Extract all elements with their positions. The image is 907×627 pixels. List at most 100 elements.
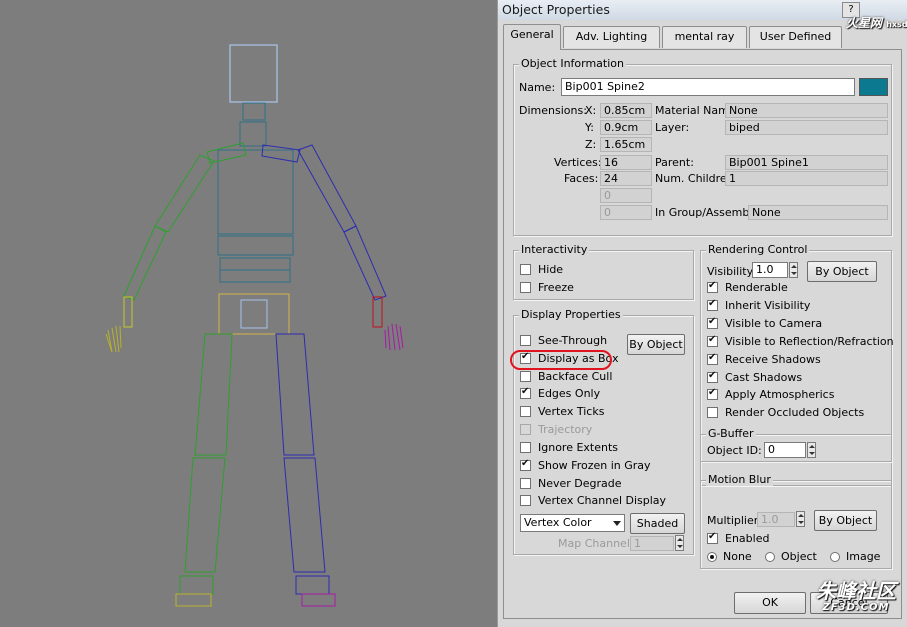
object-properties-dialog: Object Properties ? General Adv. Lightin…	[497, 0, 907, 627]
edges-only-label: Edges Only	[538, 387, 601, 400]
parent-label: Parent:	[655, 156, 694, 169]
x-label: X:	[585, 104, 597, 117]
dimensions-label: Dimensions:	[519, 104, 587, 117]
in-group-assembly-value: None	[748, 205, 888, 220]
visible-to-reflection-refraction-label: Visible to Reflection/Refraction	[725, 335, 894, 348]
interactivity-group: Interactivity Hide Freeze	[513, 243, 694, 300]
biped-l-thigh	[194, 333, 233, 456]
watermark-zf3d-text: 朱峰社区	[816, 579, 896, 603]
biped-r-foot	[295, 575, 330, 595]
biped-r-thigh	[275, 333, 315, 456]
inherit-visibility-checkbox-box[interactable]	[707, 298, 718, 311]
cast-shadows-label: Cast Shadows	[725, 371, 803, 384]
visible-to-reflection-refraction-checkbox-box[interactable]	[707, 334, 718, 347]
vertex-color-select[interactable]: Vertex Color	[520, 514, 625, 532]
rendering-control-label: Rendering Control	[706, 243, 810, 256]
biped-l-toes	[175, 593, 212, 607]
vertices-value: 16	[600, 155, 652, 170]
vertex-ticks-checkbox-box[interactable]	[520, 406, 531, 417]
motion-blur-enabled-label: Enabled	[725, 532, 770, 545]
visibility-input[interactable]: 1.0	[752, 262, 788, 278]
trajectory-checkbox-box	[520, 424, 531, 435]
show-frozen-in-gray-checkbox-box[interactable]	[520, 458, 531, 471]
apply-atmospherics-checkbox-box[interactable]	[707, 387, 718, 400]
biped-r-hand	[372, 296, 383, 328]
radio-none-label: None	[723, 550, 752, 563]
layer-label: Layer:	[655, 121, 690, 134]
multiplier-input[interactable]: 1.0	[757, 512, 795, 527]
display-by-object-button[interactable]: By Object	[627, 334, 685, 355]
object-id-spinner-icon[interactable]	[807, 442, 816, 458]
watermark-hxsd-sub: hxsd.com	[886, 20, 907, 29]
object-id-input[interactable]: 0	[764, 442, 806, 458]
vertex-color-select-value: Vertex Color	[524, 516, 592, 529]
biped-r-calf	[283, 457, 326, 573]
biped-r-upperarm	[297, 144, 357, 233]
vertex-ticks-label: Vertex Ticks	[538, 405, 605, 418]
freeze-checkbox-box[interactable]	[520, 282, 531, 293]
hide-checkbox-box[interactable]	[520, 264, 531, 275]
radio-image-label: Image	[846, 550, 881, 563]
name-field[interactable]: Bip001 Spine2	[561, 78, 855, 96]
biped-spine2	[217, 149, 294, 235]
watermark-zf3d-sub: ZF3D.COM	[822, 602, 890, 613]
faces-label: Faces:	[564, 172, 599, 185]
map-channel-spinner-icon[interactable]	[675, 535, 684, 551]
biped-r-toes	[301, 593, 336, 607]
motion-blur-enabled-box[interactable]	[707, 531, 718, 544]
tab-user-defined[interactable]: User Defined	[749, 26, 842, 48]
receive-shadows-checkbox-box[interactable]	[707, 352, 718, 365]
in-group-assembly-label: In Group/Assembly:	[655, 206, 762, 219]
ignore-extents-label: Ignore Extents	[538, 441, 619, 454]
vertex-channel-display-checkbox-box[interactable]	[520, 495, 531, 506]
ignore-extents-checkbox-box[interactable]	[520, 442, 531, 453]
backface-cull-checkbox-box[interactable]	[520, 371, 531, 382]
viewport[interactable]	[0, 0, 497, 627]
map-channel-input[interactable]: 1	[630, 536, 674, 551]
y-label: Y:	[585, 121, 594, 134]
biped-l-calf	[184, 457, 226, 573]
object-color-swatch[interactable]	[859, 78, 888, 96]
radio-object-dot[interactable]	[765, 552, 775, 562]
tab-adv-lighting[interactable]: Adv. Lighting	[563, 26, 660, 48]
biped-r-fingers	[384, 323, 404, 351]
watermark-hxsd: 火星网 hxsd.com	[846, 14, 907, 31]
radio-none-dot[interactable]	[707, 552, 717, 562]
trajectory-label: Trajectory	[538, 423, 593, 436]
biped-l-foot	[179, 575, 214, 595]
radio-object-label: Object	[781, 550, 817, 563]
biped-head	[229, 44, 278, 103]
render-occluded-objects-checkbox-box[interactable]	[707, 407, 718, 418]
biped-pelvis-center	[240, 299, 268, 329]
see-through-checkbox-box[interactable]	[520, 335, 531, 346]
renderable-checkbox-box[interactable]	[707, 280, 718, 293]
display-properties-label: Display Properties	[519, 308, 623, 321]
edges-only-checkbox-box[interactable]	[520, 386, 531, 399]
visible-to-camera-checkbox-box[interactable]	[707, 316, 718, 329]
rendering-by-object-button[interactable]: By Object	[807, 261, 877, 282]
receive-shadows-label: Receive Shadows	[725, 353, 821, 366]
tab-general[interactable]: General	[503, 24, 561, 50]
dimension-x-value: 0.85cm	[600, 103, 652, 118]
visibility-spinner-icon[interactable]	[789, 262, 798, 278]
display-as-box-highlight	[510, 350, 612, 370]
tab-bar: General Adv. Lighting mental ray User De…	[503, 24, 903, 50]
layer-value: biped	[725, 120, 888, 135]
multiplier-spinner-icon[interactable]	[796, 511, 805, 527]
motion-blur-group: Motion Blur Multiplier: 1.0 By Object En…	[700, 473, 892, 569]
tab-mental-ray[interactable]: mental ray	[662, 26, 747, 48]
biped-spine1	[217, 235, 294, 256]
visible-to-camera-label: Visible to Camera	[725, 317, 823, 330]
general-tab-panel: Object Information Name: Bip001 Spine2 D…	[503, 49, 902, 619]
biped-neck-lower	[239, 121, 267, 147]
never-degrade-checkbox-box[interactable]	[520, 478, 531, 489]
blank-count-2: 0	[600, 205, 652, 220]
ok-button[interactable]: OK	[734, 592, 806, 614]
biped-wireframe	[105, 44, 404, 607]
shaded-button[interactable]: Shaded	[630, 513, 685, 534]
object-information-label: Object Information	[519, 57, 626, 70]
radio-image-dot[interactable]	[830, 552, 840, 562]
cast-shadows-checkbox-box[interactable]	[707, 370, 718, 383]
motion-blur-by-object-button[interactable]: By Object	[814, 510, 877, 531]
faces-value: 24	[600, 171, 652, 186]
